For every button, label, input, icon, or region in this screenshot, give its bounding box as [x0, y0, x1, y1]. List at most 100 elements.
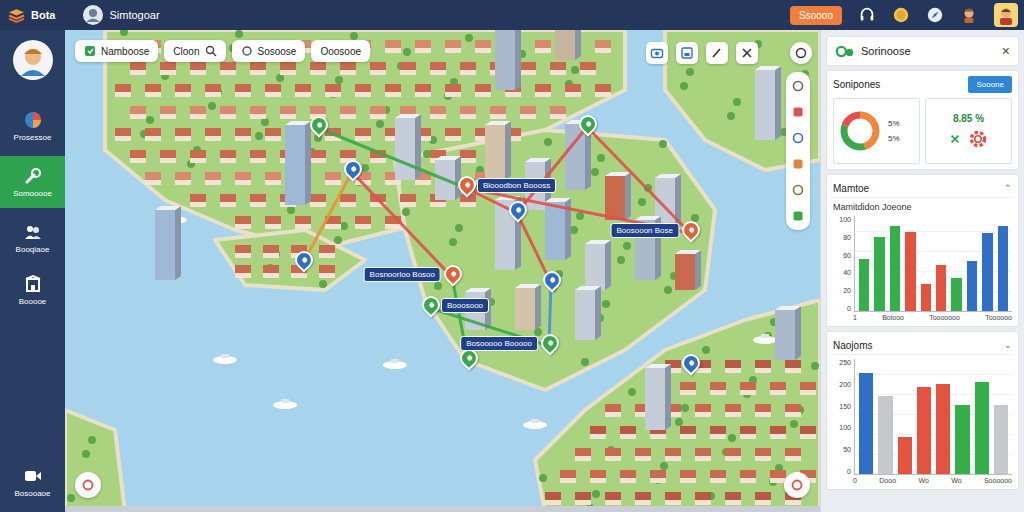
chart-bar[interactable]	[874, 237, 884, 311]
map-pin[interactable]	[444, 265, 460, 287]
tree	[811, 362, 819, 370]
close-button[interactable]: ×	[1002, 44, 1010, 58]
chart-bar[interactable]	[921, 284, 931, 311]
toolbar-button[interactable]	[790, 208, 806, 224]
house	[400, 194, 416, 207]
pin-label[interactable]: Booosooo	[441, 298, 489, 313]
y-tick: 200	[839, 381, 851, 388]
tree	[544, 138, 552, 146]
pin-dot	[427, 301, 434, 308]
x-label: Tooooooo	[929, 314, 960, 321]
map-pin[interactable]	[460, 349, 476, 371]
character-icon[interactable]	[960, 6, 978, 24]
user-profile[interactable]: Simtogoar	[83, 5, 159, 25]
chart-bar[interactable]	[878, 396, 892, 474]
summary-button[interactable]: Sooone	[968, 76, 1012, 93]
action-button[interactable]: Ssoooo	[790, 6, 842, 25]
chart-bar[interactable]	[917, 387, 931, 474]
layers-button[interactable]	[646, 42, 668, 64]
target-button[interactable]	[790, 42, 812, 64]
map-pin[interactable]	[422, 296, 438, 318]
map-pin[interactable]	[541, 334, 557, 356]
house	[145, 84, 161, 97]
brand[interactable]: Bota	[8, 7, 55, 24]
map-pin[interactable]	[458, 176, 474, 198]
house	[115, 128, 131, 141]
chart-bar[interactable]	[975, 382, 989, 474]
chart-bar[interactable]	[936, 265, 946, 311]
route-line[interactable]	[303, 172, 352, 263]
tree	[261, 118, 269, 126]
chart-bar[interactable]	[905, 232, 915, 311]
house	[280, 62, 296, 75]
chart-bar[interactable]	[936, 384, 950, 474]
house	[575, 492, 591, 505]
chart-bar[interactable]	[890, 226, 900, 312]
chart-bar[interactable]	[859, 373, 873, 474]
tree	[592, 490, 600, 498]
zoom-button[interactable]	[784, 472, 810, 498]
route-line[interactable]	[318, 128, 466, 188]
map-pin[interactable]	[543, 271, 559, 293]
chart-bar[interactable]	[994, 405, 1008, 474]
filter-label: Cloon	[173, 46, 199, 57]
route-line[interactable]	[587, 127, 690, 233]
map-pin[interactable]	[682, 221, 698, 243]
map-pin[interactable]	[295, 251, 311, 273]
map-canvas[interactable]	[65, 30, 820, 512]
filter-chip[interactable]: Cloon	[164, 40, 225, 62]
sidebar-item[interactable]: Booooe	[0, 268, 65, 312]
map-pin[interactable]	[310, 116, 326, 138]
headset-icon[interactable]	[858, 6, 876, 24]
collapse-toggle[interactable]: ⌄	[1004, 340, 1012, 350]
locate-button[interactable]	[75, 472, 101, 498]
close-tool-button[interactable]	[736, 42, 758, 64]
section-header: Naojoms⌄	[833, 336, 1012, 355]
map-pin[interactable]	[509, 201, 525, 223]
chart-bar[interactable]	[998, 226, 1008, 312]
chart-bar[interactable]	[898, 437, 912, 474]
toolbar-button[interactable]	[790, 104, 806, 120]
toolbar-button[interactable]	[790, 130, 806, 146]
chart-bar[interactable]	[951, 278, 961, 311]
compass-icon[interactable]	[926, 6, 944, 24]
map-pin[interactable]	[344, 160, 360, 182]
pen-button[interactable]	[706, 42, 728, 64]
pin-label[interactable]: Blooodbon Boooss	[477, 178, 556, 193]
pin-label[interactable]: Bosooooo Booooo	[460, 336, 538, 351]
sidebar-item[interactable]: Bosooaoe	[0, 460, 65, 504]
toolbar-button[interactable]	[790, 182, 806, 198]
user-name: Simtogoar	[109, 9, 159, 21]
chart-bar[interactable]	[859, 259, 869, 311]
toolbar-button[interactable]	[790, 78, 806, 94]
sidebar-avatar[interactable]	[13, 40, 53, 80]
collapse-toggle[interactable]: ⌃	[1004, 183, 1012, 193]
chart-section: Mamtoe⌃Mamitdidon Joeone1008060402001Bol…	[826, 174, 1019, 327]
filter-chip[interactable]: Ooosooe	[311, 40, 370, 62]
filter-chip[interactable]: Namboose	[75, 40, 158, 62]
toolbar-button[interactable]	[790, 156, 806, 172]
chart-bar[interactable]	[982, 233, 992, 311]
city-map[interactable]: Blooodbon Boooss Boosooon Bose Bosnoorloo …	[65, 30, 820, 512]
wrench-icon	[23, 166, 43, 186]
coin-icon[interactable]	[892, 6, 910, 24]
house	[665, 448, 681, 461]
chart-bar[interactable]	[967, 261, 977, 311]
save-button[interactable]	[676, 42, 698, 64]
tree	[602, 300, 610, 308]
house	[445, 40, 461, 53]
y-tick: 100	[839, 216, 851, 223]
chart-bar[interactable]	[955, 405, 969, 474]
sidebar-item[interactable]: Booqiaoe	[0, 216, 65, 260]
pin-label[interactable]: Bosnoorloo Bosoo	[364, 267, 441, 282]
tree	[597, 154, 605, 162]
profile-avatar[interactable]	[994, 3, 1018, 27]
route-line[interactable]	[352, 172, 452, 277]
sidebar-item[interactable]: Somooooe	[0, 156, 65, 208]
filter-chip[interactable]: Sosoose	[232, 40, 306, 62]
sidebar-item[interactable]: Prosessoe	[0, 104, 65, 148]
chart-title: Mamitdidon Joeone	[833, 202, 1012, 212]
map-pin[interactable]	[579, 115, 595, 137]
pin-label[interactable]: Boosooon Bose	[611, 223, 680, 238]
map-pin[interactable]	[682, 354, 698, 376]
